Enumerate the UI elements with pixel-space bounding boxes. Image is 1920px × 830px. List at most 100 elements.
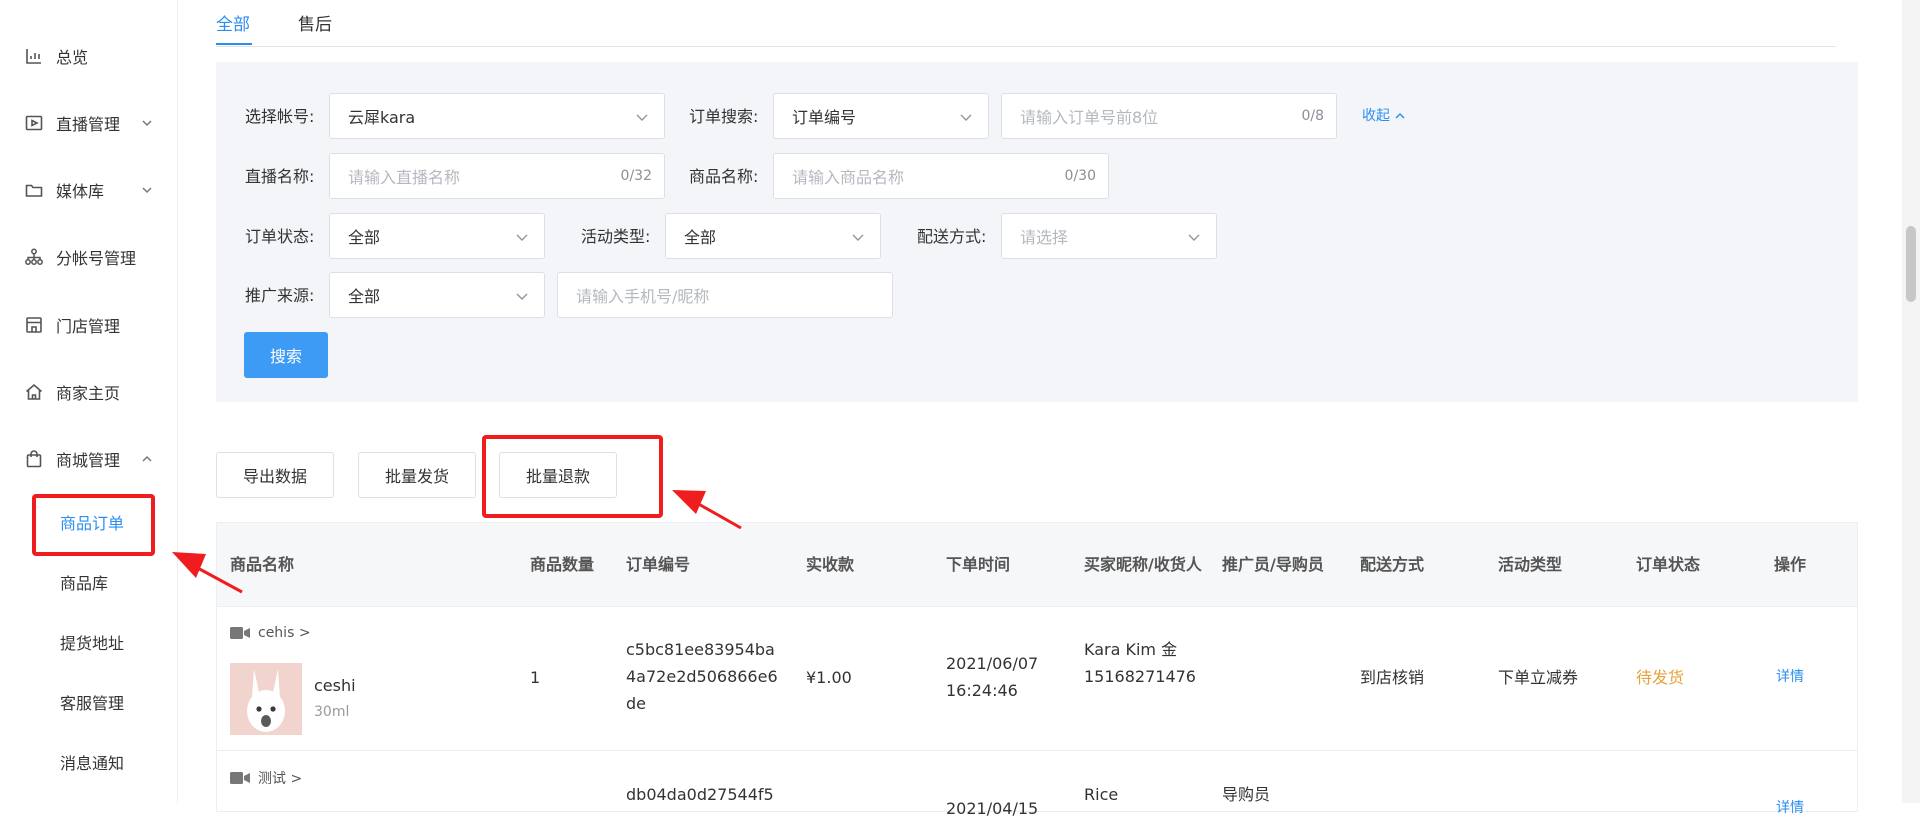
sidebar-item-media[interactable]: 媒体库 [24, 170, 177, 210]
order-time: 2021/06/07 16:24:46 [946, 654, 1039, 700]
sidebar-subitem-pickup-address[interactable]: 提货地址 [60, 629, 124, 659]
live-name-placeholder: 请输入直播名称 [348, 168, 461, 187]
sidebar-item-label: 商城管理 [56, 451, 121, 470]
order-search-type-select[interactable]: 订单编号 [773, 93, 989, 139]
live-name-count: 0/32 [620, 168, 652, 184]
sidebar-item-merchant-home[interactable]: 商家主页 [24, 372, 177, 412]
sidebar-subitem-product-orders[interactable]: 商品订单 [60, 509, 124, 539]
live-name-input[interactable]: 请输入直播名称 0/32 [329, 153, 665, 199]
activity-type-label: 活动类型: [581, 227, 651, 246]
order-search-label: 订单搜索: [689, 107, 759, 126]
sidebar-subitem-customer-service[interactable]: 客服管理 [60, 689, 124, 719]
search-button[interactable]: 搜索 [244, 332, 328, 378]
chevron-down-icon [140, 183, 154, 197]
product-thumbnail [230, 663, 302, 735]
chevron-down-icon [514, 229, 530, 245]
order-number-input[interactable]: 请输入订单号前8位 0/8 [1001, 93, 1337, 139]
live-source-label: cehis > [258, 625, 311, 641]
order-status-value: 全部 [348, 228, 381, 247]
buyer-info: Rice [1084, 785, 1119, 804]
orders-table: 商品名称 商品数量 订单编号 实收款 下单时间 买家昵称/收货人 推广员/导购员… [216, 522, 1858, 818]
sidebar-item-label: 门店管理 [56, 317, 121, 336]
sidebar-item-subaccount[interactable]: 分帐号管理 [24, 237, 177, 277]
live-name-label: 直播名称: [245, 167, 315, 186]
table-row: 测试 > db04da0d27544f5 2021/04/15 Rice 导购员… [217, 750, 1857, 830]
sidebar-subitem-notifications[interactable]: 消息通知 [60, 749, 124, 779]
header-order-status: 订单状态 [1636, 554, 1701, 574]
tab-underline [216, 43, 252, 45]
live-source-link[interactable]: cehis > [230, 625, 311, 641]
video-camera-icon [230, 771, 250, 785]
header-amount-received: 实收款 [806, 554, 855, 574]
video-icon [24, 113, 44, 133]
header-buyer: 买家昵称/收货人 [1084, 554, 1202, 574]
account-select[interactable]: 云犀kara [329, 93, 665, 139]
collapse-label: 收起 [1362, 108, 1390, 124]
home-icon [24, 382, 44, 402]
header-quantity: 商品数量 [530, 554, 595, 574]
video-camera-icon [230, 626, 250, 640]
chevron-down-icon [958, 109, 974, 125]
export-data-button[interactable]: 导出数据 [216, 452, 334, 498]
chevron-down-icon [1186, 229, 1202, 245]
product-name-label: 商品名称: [689, 167, 759, 186]
delivery-method: 到店核销 [1360, 668, 1425, 687]
order-number-placeholder: 请输入订单号前8位 [1020, 108, 1159, 127]
promotion-source-value: 全部 [348, 287, 381, 306]
sidebar-item-label: 直播管理 [56, 115, 121, 134]
product-quantity: 1 [530, 668, 541, 687]
sidebar-subitem-product-library[interactable]: 商品库 [60, 569, 108, 599]
order-search-type-value: 订单编号 [792, 108, 857, 127]
chart-icon [24, 46, 44, 66]
chevron-down-icon [140, 116, 154, 130]
tab-bar: 全部 售后 [216, 0, 1836, 47]
delivery-method-select[interactable]: 请选择 [1001, 213, 1217, 259]
phone-nickname-placeholder: 请输入手机号/昵称 [576, 287, 710, 306]
activity-type-value: 全部 [684, 228, 717, 247]
sidebar-item-mall[interactable]: 商城管理 [24, 439, 177, 479]
header-order-number: 订单编号 [626, 554, 691, 574]
sidebar-item-label: 媒体库 [56, 182, 105, 201]
live-source-link[interactable]: 测试 > [230, 768, 302, 788]
order-status-select[interactable]: 全部 [329, 213, 545, 259]
chevron-down-icon [634, 109, 650, 125]
header-actions: 操作 [1774, 554, 1807, 574]
table-header: 商品名称 商品数量 订单编号 实收款 下单时间 买家昵称/收货人 推广员/导购员… [217, 523, 1857, 607]
order-detail-link[interactable]: 详情 [1776, 795, 1804, 822]
order-number-count: 0/8 [1301, 108, 1324, 124]
bag-icon [24, 449, 44, 469]
header-activity-type: 活动类型 [1498, 554, 1563, 574]
phone-nickname-input[interactable]: 请输入手机号/昵称 [557, 272, 893, 318]
chevron-up-icon [140, 452, 154, 466]
promotion-source-select[interactable]: 全部 [329, 272, 545, 318]
sidebar-item-live[interactable]: 直播管理 [24, 103, 177, 143]
batch-ship-button[interactable]: 批量发货 [358, 452, 476, 498]
header-delivery: 配送方式 [1360, 554, 1425, 574]
promotion-source-label: 推广来源: [245, 286, 315, 305]
delivery-method-label: 配送方式: [917, 227, 987, 246]
tab-after-sales[interactable]: 售后 [298, 10, 332, 35]
activity-type-select[interactable]: 全部 [665, 213, 881, 259]
sidebar-item-overview[interactable]: 总览 [24, 36, 177, 76]
product-name-input[interactable]: 请输入商品名称 0/30 [773, 153, 1109, 199]
product-name: ceshi [314, 676, 356, 695]
product-name-count: 0/30 [1064, 168, 1096, 184]
header-order-time: 下单时间 [946, 554, 1011, 574]
order-detail-link[interactable]: 详情 [1776, 664, 1804, 691]
sidebar-item-store[interactable]: 门店管理 [24, 305, 177, 345]
buyer-info: Kara Kim 金 15168271476 [1084, 640, 1196, 686]
amount-received: ¥1.00 [806, 668, 852, 687]
tab-all[interactable]: 全部 [216, 10, 250, 35]
order-status-label: 订单状态: [245, 227, 315, 246]
sidebar: 总览 直播管理 媒体库 分帐号管理 门店管理 商家主页 商城管理 商品订单 商品… [0, 0, 178, 803]
sidebar-item-label: 总览 [56, 48, 89, 67]
order-status-badge: 待发货 [1636, 668, 1685, 687]
batch-refund-button[interactable]: 批量退款 [499, 452, 617, 498]
collapse-filters-button[interactable]: 收起 [1362, 93, 1406, 139]
order-number: c5bc81ee83954ba4a72e2d506866e6de [626, 640, 778, 713]
scrollbar-thumb[interactable] [1906, 226, 1916, 302]
sidebar-item-label: 分帐号管理 [56, 249, 137, 268]
order-time: 2021/04/15 [946, 799, 1039, 818]
account-label: 选择帐号: [245, 107, 315, 126]
vertical-scrollbar[interactable] [1902, 0, 1920, 803]
